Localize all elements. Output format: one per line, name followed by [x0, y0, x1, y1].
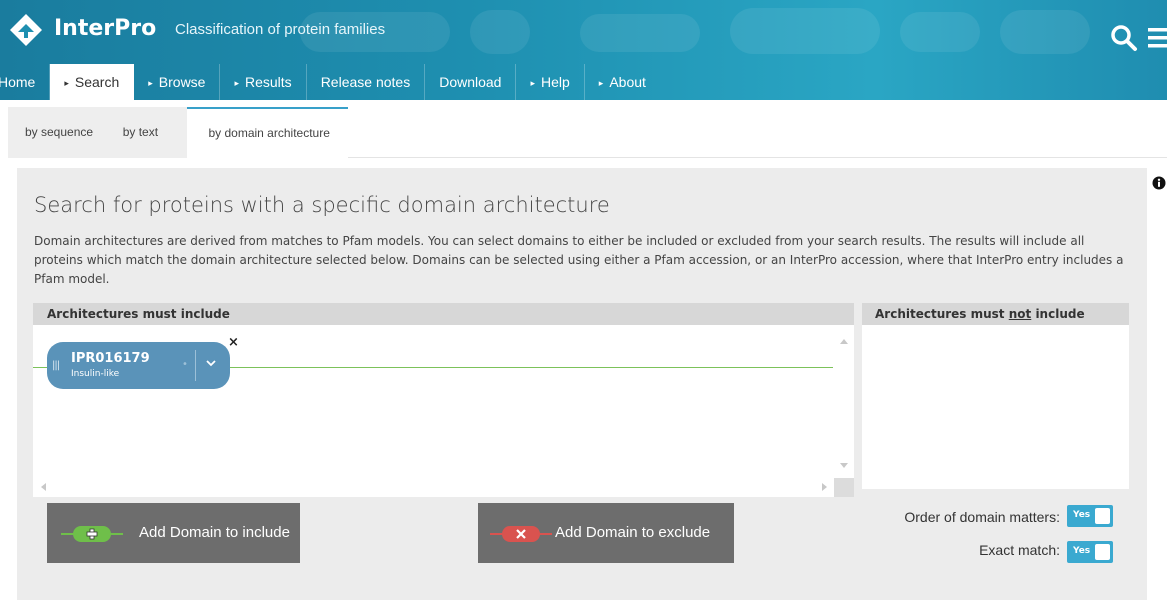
nav-item-home[interactable]: Home — [0, 64, 51, 100]
nav-label: Help — [541, 74, 570, 90]
toggle-knob — [1095, 544, 1110, 560]
remove-domain-close-icon[interactable]: × — [228, 335, 239, 350]
include-header: Architectures must include — [33, 303, 854, 325]
exclude-header-text: include — [1031, 307, 1085, 321]
masthead: InterPro Classification of protein famil… — [0, 0, 1167, 100]
pill-separator — [195, 350, 196, 381]
nav-item-results[interactable]: ▸ Results — [220, 64, 307, 100]
triangle-right-icon: ▸ — [64, 78, 69, 88]
header-decoration — [900, 12, 980, 52]
nav-item-about[interactable]: ▸ About — [585, 64, 660, 100]
nav-item-help[interactable]: ▸ Help — [516, 64, 585, 100]
scroll-right-icon[interactable] — [822, 483, 827, 491]
tab-by-sequence[interactable]: by sequence — [8, 107, 113, 158]
horizontal-scrollbar[interactable] — [33, 478, 833, 495]
nav-label: Browse — [158, 74, 206, 90]
vertical-scrollbar[interactable] — [834, 325, 854, 497]
nav-item-release-notes[interactable]: Release notes — [307, 64, 426, 100]
scroll-up-icon[interactable] — [840, 339, 848, 344]
divider — [348, 157, 1167, 158]
page-title: Search for proteins with a specific doma… — [34, 193, 610, 217]
header-tagline: Classification of protein families — [175, 21, 386, 38]
scrollbar-corner — [834, 478, 854, 497]
search-subtabs: by sequence by text by domain architectu… — [8, 107, 348, 158]
button-label: Add Domain to exclude — [555, 524, 711, 541]
toggle-state: Yes — [1073, 546, 1091, 556]
nav-label: Results — [245, 74, 292, 90]
scroll-left-icon[interactable] — [41, 483, 46, 491]
exclude-header: Architectures must not include — [862, 303, 1129, 325]
triangle-right-icon: ▸ — [234, 78, 239, 88]
nav-label: About — [609, 74, 646, 90]
nav-item-download[interactable]: Download — [425, 64, 517, 100]
triangle-right-icon: ▸ — [148, 78, 153, 88]
exact-match-label: Exact match: — [979, 542, 1060, 558]
panel-description: Domain architectures are derived from ma… — [34, 234, 1124, 286]
header-decoration — [470, 10, 530, 54]
domain-name: Insulin-like — [71, 369, 120, 379]
add-domain-include-button[interactable]: Add Domain to include — [47, 503, 300, 563]
nav-item-search[interactable]: ▸ Search — [50, 64, 135, 100]
main-nav: Home ▸ Search ▸ Browse ▸ Results Release no… — [0, 64, 660, 100]
menu-icon[interactable] — [1148, 26, 1167, 50]
domain-pill[interactable]: ||| IPR016179 Insulin-like • — [47, 342, 230, 389]
toggle-knob — [1095, 508, 1110, 524]
search-icon[interactable] — [1110, 24, 1138, 52]
header-decoration — [580, 14, 700, 52]
order-matters-toggle[interactable]: Yes — [1067, 505, 1113, 527]
include-architecture-box[interactable]: Architectures must include — [33, 303, 854, 497]
drag-handle-icon[interactable]: ||| — [52, 360, 60, 371]
exclude-header-text: Architectures must — [875, 307, 1009, 321]
add-domain-plus-icon — [61, 526, 123, 542]
button-label: Add Domain to include — [139, 524, 290, 541]
tab-by-text[interactable]: by text — [113, 107, 188, 158]
toggle-state: Yes — [1073, 510, 1091, 520]
nav-label: Search — [74, 74, 120, 90]
nav-label: Download — [439, 74, 502, 90]
nav-label: Home — [0, 74, 36, 90]
triangle-right-icon: ▸ — [598, 78, 604, 88]
exact-match-toggle[interactable]: Yes — [1067, 541, 1113, 563]
scroll-down-icon[interactable] — [840, 463, 848, 468]
exclude-header-emphasis: not — [1008, 307, 1032, 321]
header-decoration — [1000, 10, 1090, 54]
exclude-architecture-box[interactable]: Architectures must not include — [862, 303, 1129, 489]
domain-accession: IPR016179 — [71, 351, 150, 366]
header-decoration — [730, 8, 880, 54]
domain-architecture-panel: Search for proteins with a specific doma… — [17, 168, 1147, 600]
add-domain-exclude-button[interactable]: Add Domain to exclude — [478, 503, 734, 563]
remove-domain-x-icon — [490, 526, 552, 542]
nav-item-browse[interactable]: ▸ Browse — [134, 64, 221, 100]
interpro-logo-icon[interactable] — [8, 12, 44, 48]
info-icon[interactable] — [1152, 176, 1166, 190]
tab-by-domain-architecture[interactable]: by domain architecture — [187, 107, 348, 158]
triangle-right-icon: ▸ — [530, 78, 535, 88]
chevron-down-icon[interactable] — [204, 356, 218, 370]
order-matters-label: Order of domain matters: — [904, 509, 1060, 525]
domain-dot-icon: • — [182, 359, 188, 370]
logo-text[interactable]: InterPro — [54, 16, 156, 41]
nav-label: Release notes — [320, 74, 411, 90]
